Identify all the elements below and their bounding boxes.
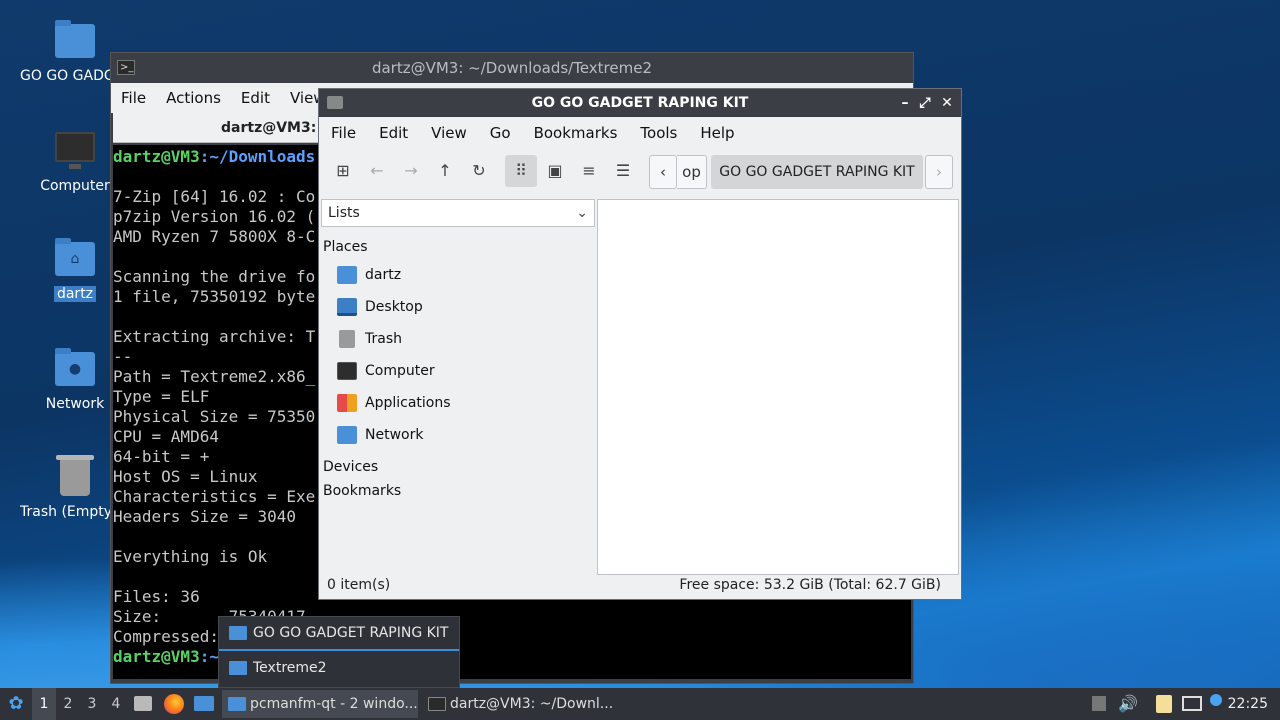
place-item-trash[interactable]: Trash <box>321 323 597 355</box>
breadcrumb-segment[interactable]: op <box>677 155 707 189</box>
show-desktop-icon[interactable] <box>194 688 216 720</box>
maximize-icon[interactable]: ⤢ <box>915 89 935 117</box>
menu-file[interactable]: File <box>319 124 367 142</box>
terminal-menu-actions[interactable]: Actions <box>156 89 231 107</box>
terminal-menu-edit[interactable]: Edit <box>231 89 280 107</box>
file-manager-title: GO GO GADGET RAPING KIT <box>531 95 749 111</box>
menu-help[interactable]: Help <box>688 124 745 142</box>
home-folder-icon: ⌂ <box>53 236 97 280</box>
place-item-applications[interactable]: Applications <box>321 387 597 419</box>
terminal-icon <box>428 697 446 711</box>
file-manager-menubar: File Edit View Go Bookmarks Tools Help <box>319 117 961 149</box>
terminal-icon: >_ <box>117 60 135 75</box>
breadcrumb-current[interactable]: GO GO GADGET RAPING KIT <box>711 155 923 189</box>
menu-bookmarks[interactable]: Bookmarks <box>522 124 629 142</box>
new-tab-icon[interactable]: ⊞ <box>327 155 359 187</box>
tray-expand-icon[interactable] <box>1092 688 1108 720</box>
desktop-switch-4[interactable]: 4 <box>104 688 128 720</box>
taskbar: ✿ 1 2 3 4 pcmanfm-qt - 2 windo... dartz@… <box>0 688 1280 720</box>
desktop-switch-3[interactable]: 3 <box>80 688 104 720</box>
desktop-icon-label: GO GO GADGET RAPING KIT <box>20 68 112 84</box>
network-folder-icon: ● <box>53 346 97 390</box>
applications-icon <box>337 394 357 412</box>
desktop-switch-2[interactable]: 2 <box>56 688 80 720</box>
bookmarks-header[interactable]: Bookmarks <box>321 479 597 503</box>
chevron-down-icon: ⌄ <box>576 205 588 221</box>
clock[interactable]: 22:25 <box>1228 688 1268 720</box>
popup-item-kit[interactable]: GO GO GADGET RAPING KIT <box>219 617 459 651</box>
terminal-titlebar[interactable]: >_ dartz@VM3: ~/Downloads/Textreme2 <box>111 53 913 83</box>
menu-edit[interactable]: Edit <box>367 124 419 142</box>
folder-icon <box>229 661 247 675</box>
computer-icon <box>53 128 97 172</box>
clipboard-icon[interactable] <box>1156 688 1176 720</box>
trash-icon <box>53 454 97 498</box>
task-group-popup: GO GO GADGET RAPING KIT Textreme2 <box>218 616 460 688</box>
compact-view-icon[interactable]: ≡ <box>573 155 605 187</box>
place-item-computer[interactable]: Computer <box>321 355 597 387</box>
status-free-space: Free space: 53.2 GiB (Total: 62.7 GiB) <box>679 577 941 593</box>
terminal-menu-file[interactable]: File <box>111 89 156 107</box>
desktop-switch-1[interactable]: 1 <box>32 688 56 720</box>
menu-view[interactable]: View <box>419 124 478 142</box>
folder-icon <box>53 18 97 62</box>
folder-icon <box>228 697 246 711</box>
devices-header[interactable]: Devices <box>321 455 597 479</box>
places-sidebar: Places dartz Desktop Trash Computer Appl… <box>321 235 597 503</box>
taskbar-task-file-manager[interactable]: pcmanfm-qt - 2 windo... <box>222 690 418 718</box>
firefox-launcher-icon[interactable] <box>164 688 186 720</box>
terminal-title: dartz@VM3: ~/Downloads/Textreme2 <box>371 59 653 77</box>
menu-tools[interactable]: Tools <box>628 124 688 142</box>
thumbnail-view-icon[interactable]: ▣ <box>539 155 571 187</box>
folder-view[interactable] <box>597 199 959 575</box>
side-pane-mode-select[interactable]: Lists ⌄ <box>321 199 595 227</box>
close-icon[interactable]: ✕ <box>937 89 957 117</box>
menu-go[interactable]: Go <box>478 124 522 142</box>
minimize-icon[interactable]: – <box>895 89 915 117</box>
file-manager-window[interactable]: GO GO GADGET RAPING KIT – ⤢ ✕ File Edit … <box>318 88 962 600</box>
desktop-icon-label: Trash (Empty) <box>20 504 112 520</box>
computer-icon <box>337 362 357 380</box>
forward-icon[interactable]: → <box>395 155 427 187</box>
place-item-network[interactable]: Network <box>321 419 597 451</box>
file-manager-titlebar[interactable]: GO GO GADGET RAPING KIT – ⤢ ✕ <box>319 89 961 117</box>
popup-item-textreme2[interactable]: Textreme2 <box>219 651 459 685</box>
trash-icon <box>339 330 355 348</box>
network-status-icon[interactable] <box>1182 688 1204 720</box>
status-item-count: 0 item(s) <box>327 577 391 593</box>
breadcrumb-scroll-left-icon[interactable]: ‹ <box>649 155 677 189</box>
home-icon <box>337 266 357 284</box>
update-notifier-icon[interactable] <box>1210 688 1226 720</box>
status-bar: 0 item(s) Free space: 53.2 GiB (Total: 6… <box>319 575 961 599</box>
places-header[interactable]: Places <box>321 235 597 259</box>
reload-icon[interactable]: ↻ <box>463 155 495 187</box>
detailed-list-view-icon[interactable]: ☰ <box>607 155 639 187</box>
back-icon[interactable]: ← <box>361 155 393 187</box>
desktop-icon <box>337 298 357 316</box>
desktop-icon-label: dartz <box>53 286 97 302</box>
network-icon <box>337 426 357 444</box>
up-icon[interactable]: ↑ <box>429 155 461 187</box>
taskbar-task-terminal[interactable]: dartz@VM3: ~/Downl... <box>422 690 622 718</box>
place-item-desktop[interactable]: Desktop <box>321 291 597 323</box>
start-menu-icon[interactable]: ✿ <box>4 688 28 720</box>
window-icon <box>327 96 343 109</box>
file-manager-launcher-icon[interactable] <box>134 688 154 720</box>
icon-view-icon[interactable]: ⠿ <box>505 155 537 187</box>
breadcrumb-scroll-right-icon[interactable]: › <box>925 155 953 189</box>
side-pane-mode-value: Lists <box>328 205 360 221</box>
place-item-dartz[interactable]: dartz <box>321 259 597 291</box>
volume-icon[interactable]: 🔊 <box>1118 688 1140 720</box>
folder-icon <box>229 626 247 640</box>
